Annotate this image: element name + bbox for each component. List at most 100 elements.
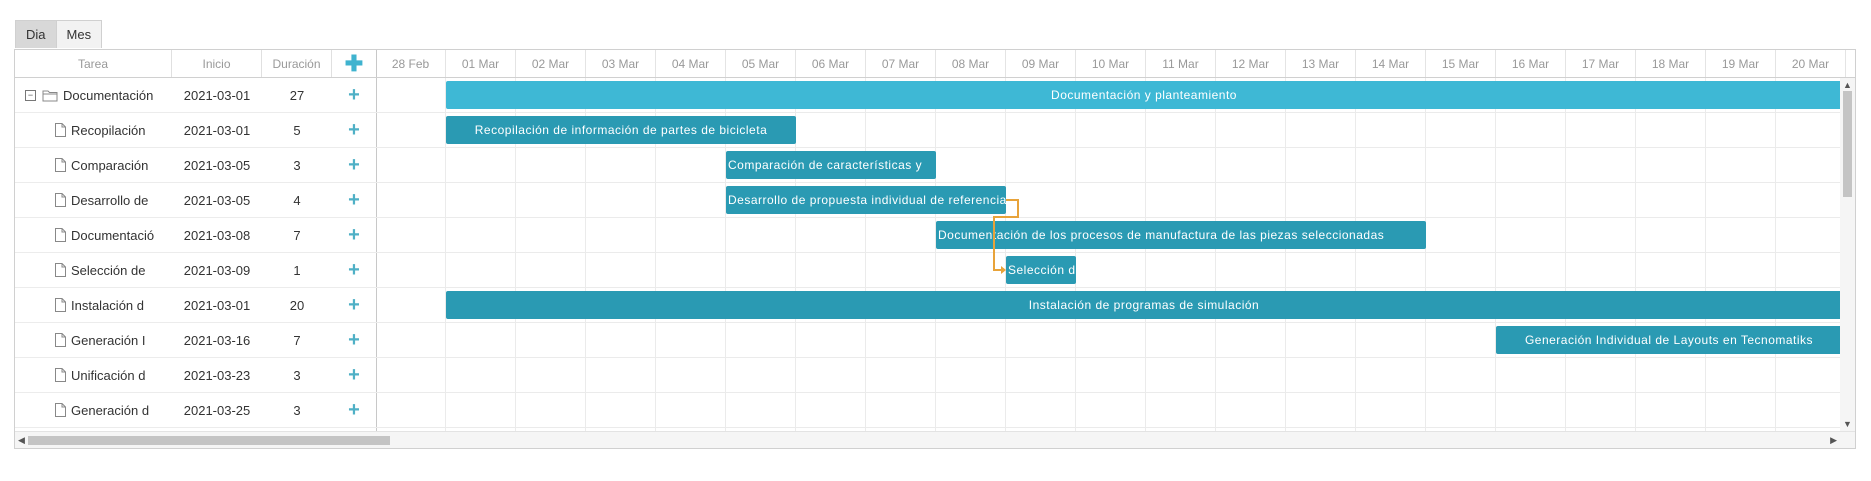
add-subtask-button[interactable]: + (332, 358, 376, 392)
task-duration: 7 (293, 332, 301, 348)
day-gridline (1355, 78, 1356, 431)
grid-header: Tarea Inicio Duración ✚ (15, 50, 376, 78)
vertical-scrollbar[interactable]: ▲ ▼ (1840, 78, 1855, 431)
task-row[interactable]: Comparación 2021-03-05 3 + (15, 148, 376, 183)
task-name: Unificación d (71, 367, 146, 383)
horizontal-scroll-thumb[interactable] (28, 436, 390, 445)
plus-icon: + (348, 259, 360, 281)
row-gridline (376, 427, 1855, 428)
add-subtask-button[interactable]: + (332, 288, 376, 322)
task-start: 2021-03-25 (183, 402, 251, 418)
task-name: Generación d (71, 402, 150, 418)
add-subtask-button[interactable]: + (332, 323, 376, 357)
day-gridline (1635, 78, 1636, 431)
add-subtask-button[interactable]: + (332, 218, 376, 252)
file-icon (55, 323, 66, 357)
folder-icon (42, 78, 58, 112)
file-icon (55, 113, 66, 147)
bar-label: Desarrollo de propuesta individual de re… (728, 193, 1006, 207)
task-row[interactable]: Recopilación 2021-03-01 5 + (15, 113, 376, 148)
task-name: Selección de (71, 262, 146, 278)
task-name: Documentación (63, 87, 154, 103)
tab-month[interactable]: Mes (56, 20, 103, 48)
date-label: 16 Mar (1496, 50, 1566, 77)
scroll-right-icon[interactable]: ▶ (1830, 435, 1837, 446)
row-gridline (376, 147, 1855, 148)
vertical-scroll-thumb[interactable] (1843, 91, 1852, 197)
task-row[interactable]: Desarrollo de 2021-03-05 4 + (15, 183, 376, 218)
task-bar[interactable]: Generación Individual de Layouts en Tecn… (1496, 326, 1855, 354)
gantt-chart: Tarea Inicio Duración ✚ − Documentación 20… (14, 49, 1856, 449)
collapse-icon[interactable]: − (25, 89, 36, 101)
row-gridline (376, 182, 1855, 183)
bar-label: Comparación de características y (728, 158, 923, 172)
add-subtask-button[interactable]: + (332, 253, 376, 287)
row-gridline (376, 252, 1855, 253)
file-icon (55, 358, 66, 392)
horizontal-scrollbar[interactable]: ◀ ▶ (15, 431, 1855, 448)
day-gridline (1425, 78, 1426, 431)
date-label: 11 Mar (1146, 50, 1216, 77)
date-label: 08 Mar (936, 50, 1006, 77)
scroll-up-icon[interactable]: ▲ (1843, 80, 1852, 90)
task-start: 2021-03-23 (183, 367, 251, 383)
task-row[interactable]: Unificación d 2021-03-23 3 + (15, 358, 376, 393)
date-label: 13 Mar (1286, 50, 1356, 77)
row-gridline (376, 287, 1855, 288)
tab-day[interactable]: Dia (15, 20, 57, 48)
add-subtask-button[interactable]: + (332, 78, 376, 112)
column-header-task[interactable]: Tarea (15, 50, 172, 77)
plus-icon: + (348, 399, 360, 421)
scroll-down-icon[interactable]: ▼ (1843, 419, 1852, 429)
add-subtask-button[interactable]: + (332, 393, 376, 427)
task-bar[interactable]: Selección de (1006, 256, 1076, 284)
task-bar[interactable]: Comparación de características y (726, 151, 936, 179)
task-row[interactable]: − Documentación 2021-03-01 27 + (15, 78, 376, 113)
date-label: 09 Mar (1006, 50, 1076, 77)
day-gridline (1075, 78, 1076, 431)
add-task-header-button[interactable]: ✚ (332, 50, 376, 77)
task-grid: Tarea Inicio Duración ✚ − Documentación 20… (15, 50, 377, 431)
bar-label: Documentación y planteamiento (1051, 88, 1237, 102)
task-duration: 27 (289, 87, 305, 103)
add-subtask-button[interactable]: + (332, 113, 376, 147)
row-gridline (376, 112, 1855, 113)
scroll-left-icon[interactable]: ◀ (18, 435, 25, 446)
column-header-duration[interactable]: Duración (262, 50, 332, 77)
column-header-start[interactable]: Inicio (172, 50, 262, 77)
task-bar[interactable]: Recopilación de información de partes de… (446, 116, 796, 144)
day-gridline (1495, 78, 1496, 431)
plus-icon: ✚ (344, 50, 364, 76)
date-label: 28 Feb (376, 50, 446, 77)
bar-label: Instalación de programas de simulación (1028, 298, 1260, 312)
add-subtask-button[interactable]: + (332, 183, 376, 217)
task-row[interactable]: Generación I 2021-03-16 7 + (15, 323, 376, 358)
date-label: 14 Mar (1356, 50, 1426, 77)
add-subtask-button[interactable]: + (332, 148, 376, 182)
task-row[interactable]: Instalación d 2021-03-01 20 + (15, 288, 376, 323)
day-gridline (1145, 78, 1146, 431)
task-duration: 3 (293, 402, 301, 418)
date-label: 18 Mar (1636, 50, 1706, 77)
day-gridline (1565, 78, 1566, 431)
task-duration: 3 (293, 157, 301, 173)
task-bar[interactable]: Instalación de programas de simulación (446, 291, 1846, 319)
plus-icon: + (348, 364, 360, 386)
task-name: Generación I (71, 332, 146, 348)
plus-icon: + (348, 84, 360, 106)
timeline-body: Documentación y planteamiento Recopilació… (376, 78, 1855, 431)
task-row[interactable]: Documentació 2021-03-08 7 + (15, 218, 376, 253)
task-row[interactable]: Selección de 2021-03-09 1 + (15, 253, 376, 288)
task-row[interactable]: Generación d 2021-03-25 3 + (15, 393, 376, 428)
task-bar[interactable]: Documentación de los procesos de manufac… (936, 221, 1426, 249)
task-bar[interactable]: Desarrollo de propuesta individual de re… (726, 186, 1006, 214)
row-gridline (376, 217, 1855, 218)
task-start: 2021-03-01 (183, 87, 251, 103)
date-label: 10 Mar (1076, 50, 1146, 77)
file-icon (55, 253, 66, 287)
task-name: Instalación d (71, 297, 144, 313)
date-label: 04 Mar (656, 50, 726, 77)
file-icon (55, 148, 66, 182)
date-label: 07 Mar (866, 50, 936, 77)
project-bar[interactable]: Documentación y planteamiento (446, 81, 1855, 109)
